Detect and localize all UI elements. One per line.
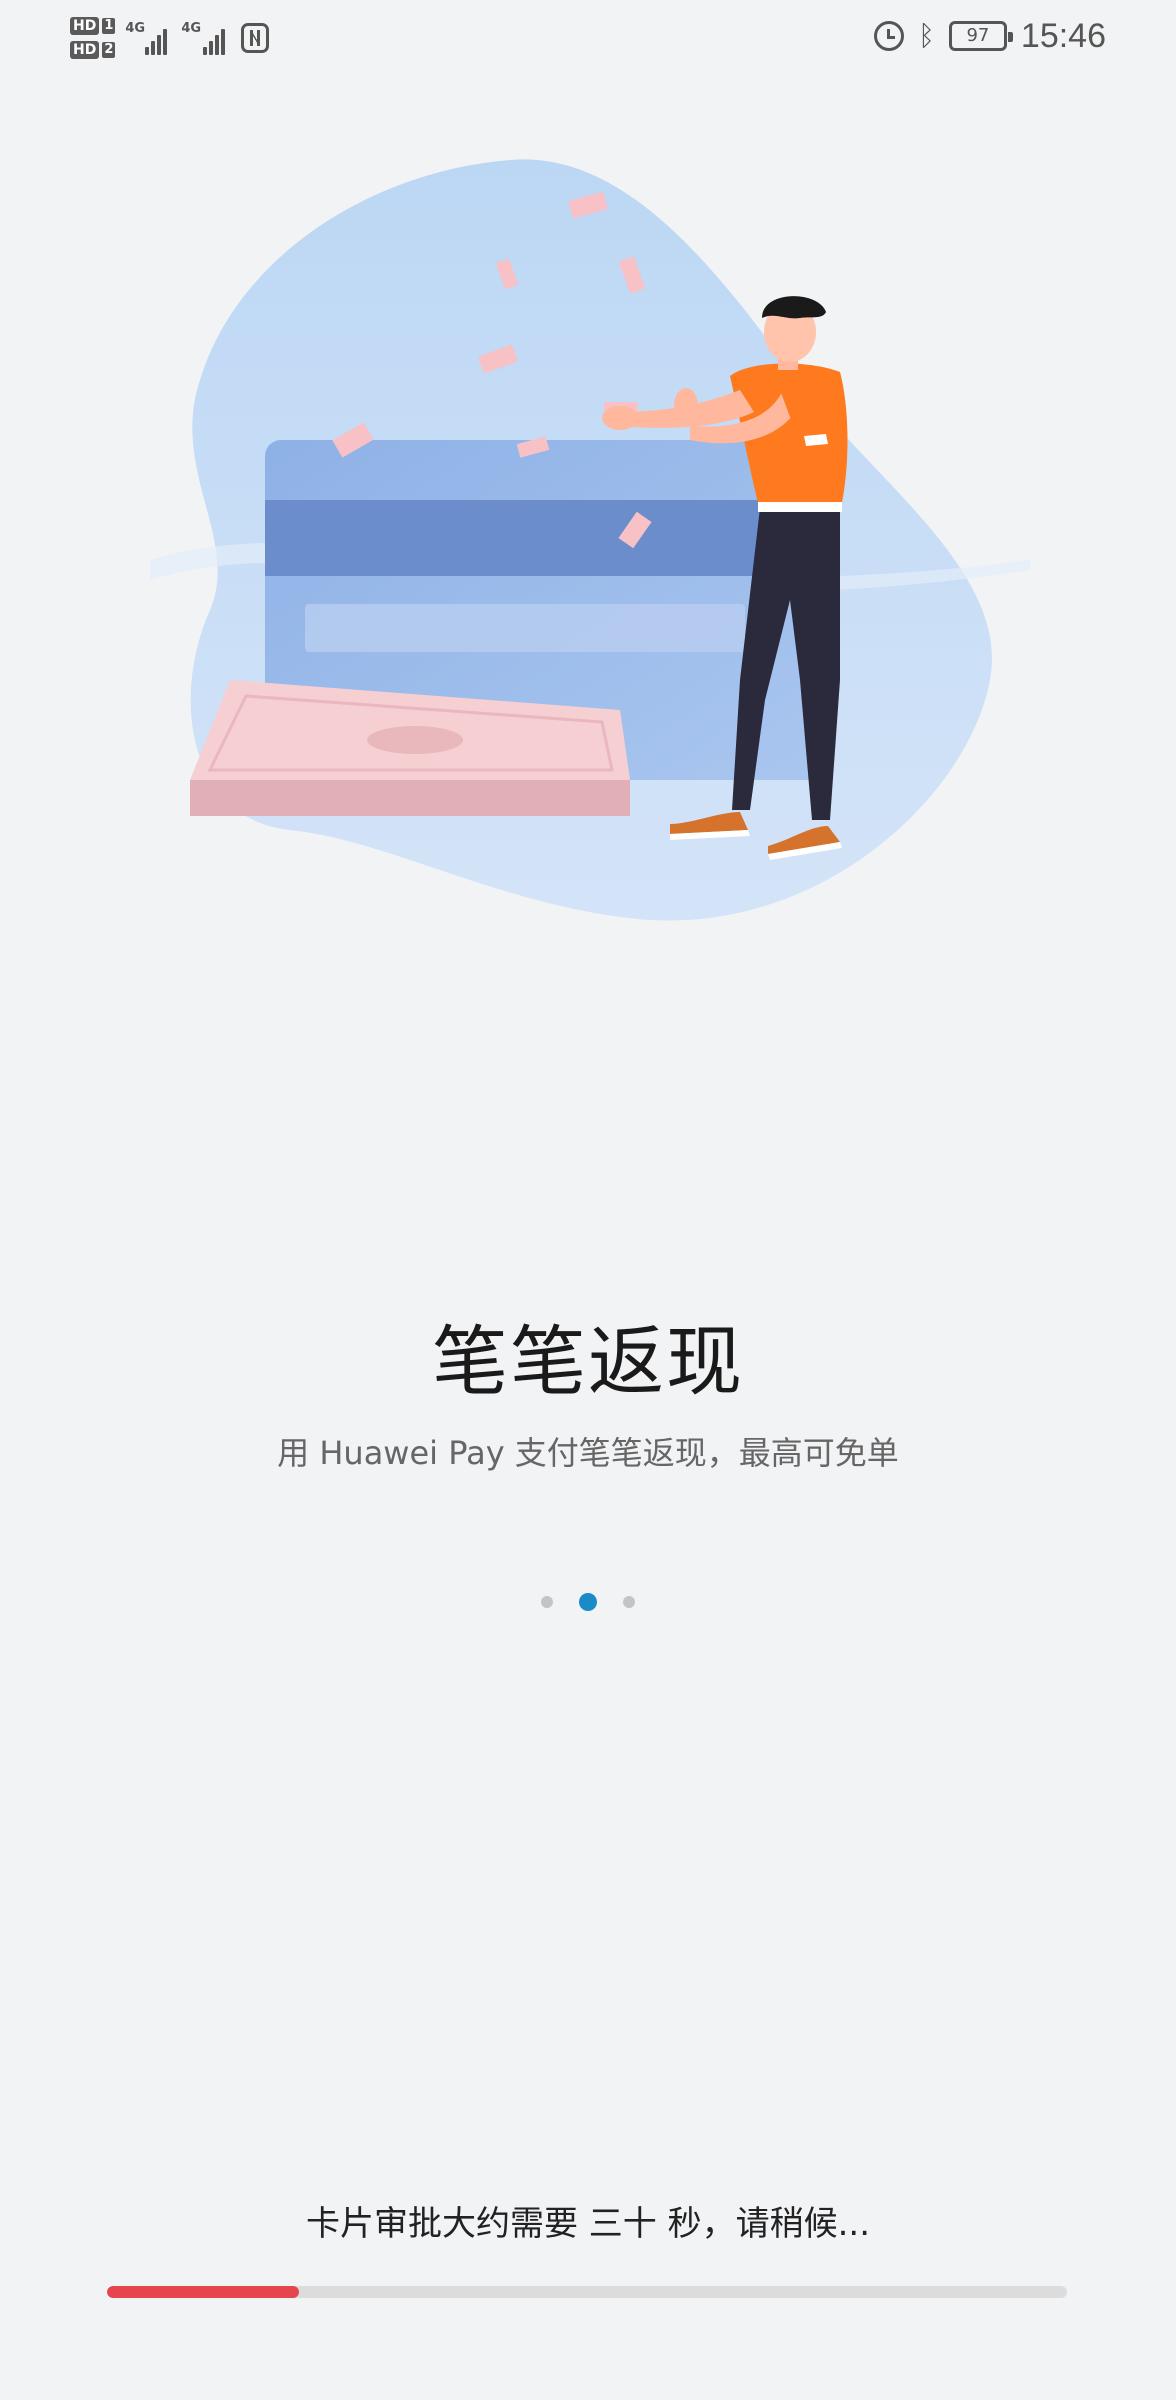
card-stripe <box>265 500 825 576</box>
status-bar-left: HD 1 HD 2 4G 4G <box>70 8 270 68</box>
bluetooth-icon: ᛒ <box>918 19 935 52</box>
page-indicator[interactable] <box>0 1593 1176 1611</box>
battery-level: 97 <box>966 25 990 46</box>
hd-icon: HD <box>70 17 100 35</box>
cashback-illustration <box>150 159 1030 921</box>
approval-wait-message: 卡片审批大约需要 三十 秒，请稍候... <box>305 2204 871 2244</box>
network-type-1: 4G <box>125 21 146 36</box>
approval-progress-fill <box>107 2286 299 2298</box>
page-dot[interactable] <box>541 1596 553 1608</box>
status-bar-right: ᛒ 97 15:46 <box>874 12 1106 60</box>
signal-icon: 4G <box>181 21 231 55</box>
page-subtitle: 用 Huawei Pay 支付笔笔返现，最高可免单 <box>277 1434 899 1472</box>
sim-indicators: HD 1 HD 2 <box>70 17 116 59</box>
hd-icon: HD <box>70 41 100 59</box>
signal-icon: 4G <box>125 21 171 55</box>
alarm-icon <box>874 21 905 51</box>
network-type-2: 4G <box>181 21 202 36</box>
page-dot-active[interactable] <box>579 1593 597 1611</box>
sim2-indicator: HD 2 <box>70 41 116 59</box>
money-emblem <box>367 726 463 754</box>
nfc-icon <box>241 23 270 53</box>
card-signature <box>305 604 745 652</box>
sim1-indicator: HD 1 <box>70 17 116 35</box>
status-bar: HD 1 HD 2 4G 4G ᛒ 97 15:46 <box>0 0 1176 72</box>
status-time: 15:46 <box>1020 16 1106 55</box>
page-dot[interactable] <box>623 1596 635 1608</box>
sim1-number: 1 <box>102 18 116 34</box>
approval-progress-bar <box>107 2286 1067 2298</box>
battery-icon: 97 <box>948 21 1013 51</box>
page-title: 笔笔返现 <box>432 1317 744 1406</box>
sim2-number: 2 <box>102 42 116 58</box>
